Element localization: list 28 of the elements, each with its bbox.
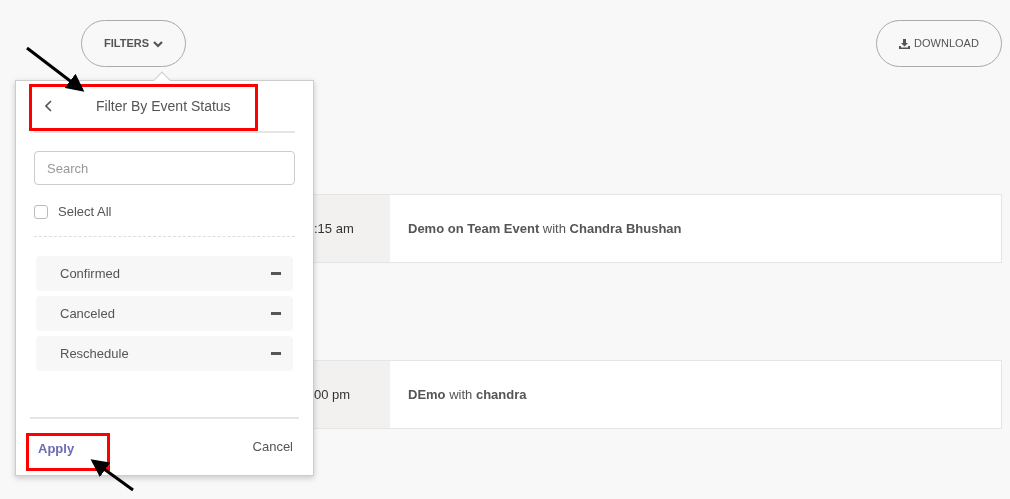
status-item[interactable]: Reschedule [36,336,293,371]
apply-button[interactable]: Apply [38,438,75,459]
arrow [26,46,85,92]
download-icon [899,38,911,49]
popup-title: Filter By Event Status [96,96,231,116]
minus-icon[interactable] [271,312,281,315]
download-button[interactable]: DOWNLOAD [876,20,1002,67]
minus-icon[interactable] [271,352,281,355]
select-all-label: Select All [58,203,112,222]
event-row[interactable]: 00 pm DEmo with chandra [313,360,1002,429]
status-label: Canceled [60,304,115,323]
arrow [90,459,134,492]
status-item[interactable]: Confirmed [36,256,293,291]
event-title: DEmo with chandra [408,385,527,404]
select-all-checkbox[interactable] [34,205,48,219]
status-label: Confirmed [60,264,120,283]
cancel-button[interactable]: Cancel [252,437,293,457]
event-row[interactable]: :15 am Demo on Team Event with Chandra Bhushan [313,194,1002,263]
event-title: Demo on Team Event with Chandra Bhushan [408,219,682,238]
minus-icon[interactable] [271,272,281,275]
chevron-left-icon [45,100,53,112]
filters-button[interactable]: FILTERS [81,20,186,67]
event-time: 00 pm [314,385,351,404]
event-time: :15 am [314,219,354,238]
chevron-down-icon [153,39,163,48]
status-item[interactable]: Canceled [36,296,293,331]
status-label: Reschedule [60,344,129,363]
search-field[interactable]: Search [34,151,295,185]
